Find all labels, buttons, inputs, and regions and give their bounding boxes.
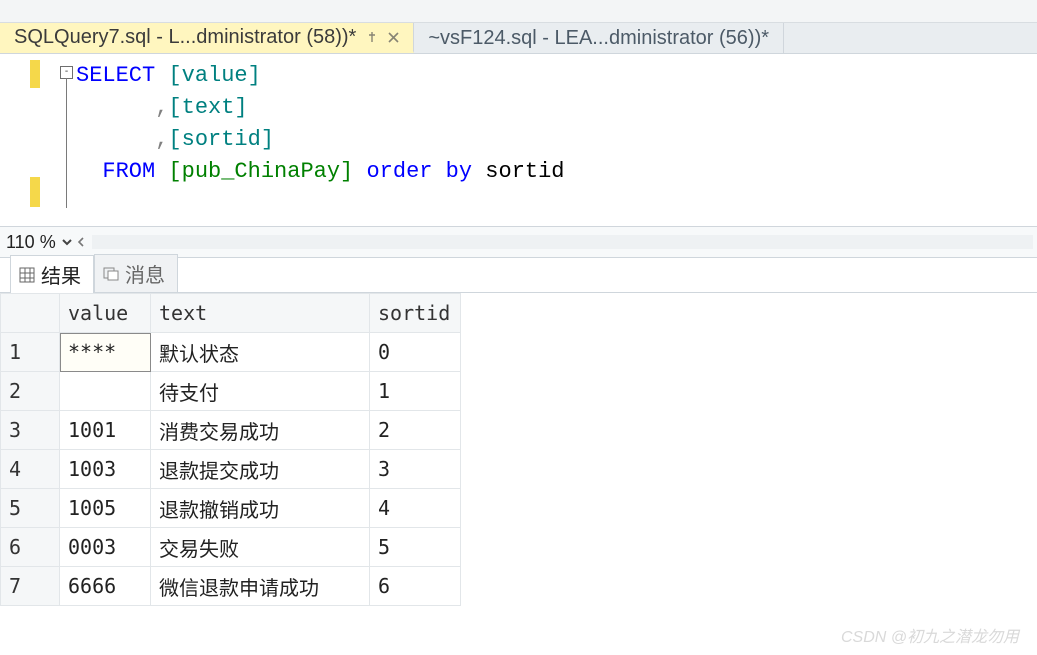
cell-value[interactable]: 1003: [60, 450, 151, 489]
code-line[interactable]: ,[sortid]: [76, 124, 565, 156]
column-header-sortid[interactable]: sortid: [370, 294, 461, 333]
cell-value[interactable]: 1001: [60, 411, 151, 450]
results-tab-bar: 结果 消息: [0, 258, 1037, 293]
cell-text[interactable]: 微信退款申请成功: [151, 567, 370, 606]
cell-sortid[interactable]: 6: [370, 567, 461, 606]
table-row[interactable]: 76666微信退款申请成功6: [1, 567, 461, 606]
cell-sortid[interactable]: 0: [370, 333, 461, 372]
table-row[interactable]: 51005退款撤销成功4: [1, 489, 461, 528]
file-tab-active[interactable]: SQLQuery7.sql - L...dministrator (58))*: [0, 23, 414, 53]
column-header-text[interactable]: text: [151, 294, 370, 333]
fold-guide: [66, 78, 67, 208]
row-number[interactable]: 2: [1, 372, 60, 411]
row-number[interactable]: 5: [1, 489, 60, 528]
cell-text[interactable]: 交易失败: [151, 528, 370, 567]
cell-text[interactable]: 消费交易成功: [151, 411, 370, 450]
row-number[interactable]: 3: [1, 411, 60, 450]
results-grid[interactable]: value text sortid 1****默认状态02待支付131001消费…: [0, 293, 461, 606]
code-token: [text]: [168, 95, 247, 120]
cell-sortid[interactable]: 5: [370, 528, 461, 567]
cell-sortid[interactable]: 3: [370, 450, 461, 489]
table-row[interactable]: 60003交易失败5: [1, 528, 461, 567]
code-token: [76, 95, 155, 120]
sql-editor[interactable]: - SELECT [value] ,[text] ,[sortid] FROM …: [0, 54, 1037, 227]
row-number[interactable]: 6: [1, 528, 60, 567]
toolbar-strip: [0, 0, 1037, 23]
file-tab-inactive[interactable]: ~vsF124.sql - LEA...dministrator (56))*: [414, 23, 784, 53]
watermark: CSDN @初九之潜龙勿用: [841, 623, 1019, 647]
change-indicator: [30, 60, 40, 88]
grid-icon: [19, 267, 35, 283]
file-tab-bar: SQLQuery7.sql - L...dministrator (58))* …: [0, 23, 1037, 54]
tab-messages[interactable]: 消息: [94, 254, 178, 292]
code-line[interactable]: SELECT [value]: [76, 60, 565, 92]
code-token: ,: [155, 127, 168, 152]
cell-value[interactable]: ****: [60, 333, 151, 372]
cell-value[interactable]: 0003: [60, 528, 151, 567]
table-row[interactable]: 2 待支付1: [1, 372, 461, 411]
cell-sortid[interactable]: 1: [370, 372, 461, 411]
cell-text[interactable]: 退款撤销成功: [151, 489, 370, 528]
tab-results[interactable]: 结果: [10, 255, 94, 293]
change-indicator: [30, 177, 40, 207]
code-token: ,: [155, 95, 168, 120]
row-number[interactable]: 1: [1, 333, 60, 372]
cell-text[interactable]: 退款提交成功: [151, 450, 370, 489]
table-row[interactable]: 1****默认状态0: [1, 333, 461, 372]
table-row[interactable]: 31001消费交易成功2: [1, 411, 461, 450]
code-token: [pub_ChinaPay]: [168, 159, 353, 184]
pin-icon[interactable]: [366, 31, 378, 43]
messages-icon: [103, 266, 119, 282]
cell-text[interactable]: 待支付: [151, 372, 370, 411]
row-number[interactable]: 4: [1, 450, 60, 489]
code-token: [sortid]: [168, 127, 274, 152]
code-token: sortid: [472, 159, 564, 184]
cell-sortid[interactable]: 4: [370, 489, 461, 528]
code-token: FROM: [76, 159, 168, 184]
row-number[interactable]: 7: [1, 567, 60, 606]
code-token: [value]: [168, 63, 260, 88]
tab-results-label: 结果: [41, 260, 81, 289]
code-line[interactable]: ,[text]: [76, 92, 565, 124]
cell-value[interactable]: 6666: [60, 567, 151, 606]
scroll-left-icon[interactable]: [74, 235, 88, 249]
cell-sortid[interactable]: 2: [370, 411, 461, 450]
code-token: [76, 127, 155, 152]
code-token: SELECT: [76, 63, 168, 88]
column-header-value[interactable]: value: [60, 294, 151, 333]
code-line[interactable]: FROM [pub_ChinaPay] order by sortid: [76, 156, 565, 188]
code-token: order by: [366, 159, 472, 184]
close-icon[interactable]: [388, 32, 399, 43]
code-token: [353, 159, 366, 184]
tab-messages-label: 消息: [125, 259, 165, 288]
zoom-value[interactable]: 110 %: [6, 232, 56, 253]
cell-value[interactable]: [60, 372, 151, 411]
cell-text[interactable]: 默认状态: [151, 333, 370, 372]
cell-value[interactable]: 1005: [60, 489, 151, 528]
horizontal-scrollbar[interactable]: [92, 235, 1033, 249]
results-grid-region: value text sortid 1****默认状态02待支付131001消费…: [0, 293, 1037, 606]
code-content[interactable]: SELECT [value] ,[text] ,[sortid] FROM [p…: [76, 60, 565, 188]
file-tab-label: ~vsF124.sql - LEA...dministrator (56))*: [428, 27, 769, 50]
grid-corner[interactable]: [1, 294, 60, 333]
zoom-dropdown[interactable]: [60, 235, 74, 249]
table-row[interactable]: 41003退款提交成功3: [1, 450, 461, 489]
file-tab-label: SQLQuery7.sql - L...dministrator (58))*: [14, 26, 356, 49]
